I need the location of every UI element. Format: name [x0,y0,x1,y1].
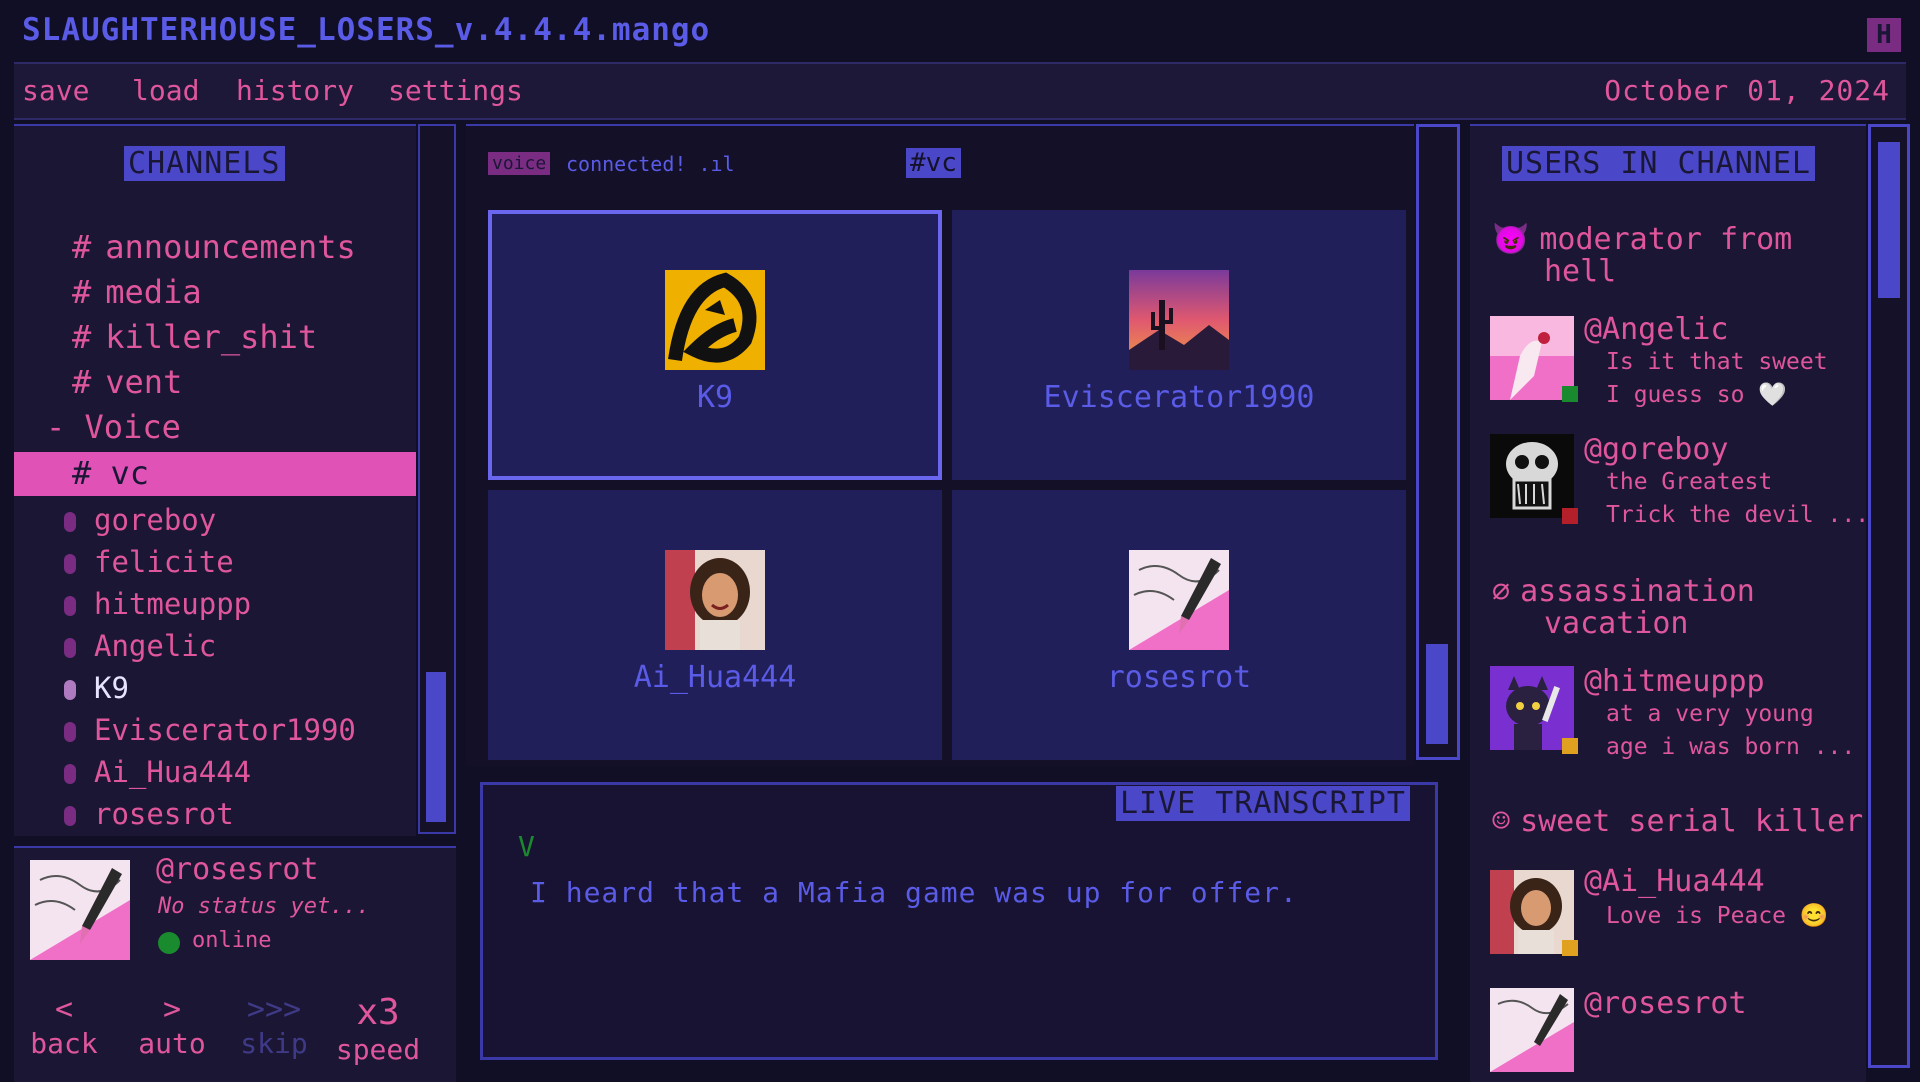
channel-label: announcements [105,228,356,266]
hash-icon: # [72,273,92,311]
menu-settings[interactable]: settings [388,74,523,107]
auto-button[interactable]: > auto [132,992,212,1060]
idle-status-icon [1562,940,1578,956]
date-display: October 01, 2024 [1604,74,1890,107]
users-header: USERS IN CHANNEL [1502,146,1815,181]
channel-killer-shit[interactable]: # killer_shit [72,318,317,356]
hash-icon: # [72,363,92,401]
menu-load[interactable]: load [132,74,199,107]
user-handle[interactable]: @goreboy [1584,432,1729,467]
channel-media[interactable]: # media [72,273,202,311]
voice-member[interactable]: Eviscerator1990 [64,713,356,747]
participant-tile-ai-hua[interactable]: Ai_Hua444 [488,490,942,760]
voice-member-speaking[interactable]: K9 [64,671,129,705]
channel-label: media [105,273,202,311]
transcript-header: LIVE TRANSCRIPT [1116,786,1410,821]
participant-tile-eviscerator[interactable]: Eviscerator1990 [952,210,1406,480]
hash-icon: # [72,318,92,356]
user-handle[interactable]: @Ai_Hua444 [1584,864,1765,899]
connection-status: connected! .ıl [566,152,735,176]
rosesrot-avatar[interactable] [1490,988,1574,1072]
app-title: SLAUGHTERHOUSE_LOSERS_v.4.4.4.mango [22,12,711,48]
participant-tile-k9[interactable]: K9 [488,210,942,480]
speaker-name: V [518,830,535,863]
chevron-right-icon: > [162,992,182,1027]
channels-scroll-thumb[interactable] [426,672,446,822]
online-status-icon [158,932,180,954]
user-message: Is it that sweet I guess so 🤍 [1606,349,1828,408]
speed-button[interactable]: x3 speed [332,992,424,1066]
voice-member[interactable]: goreboy [64,503,216,537]
users-scroll-thumb[interactable] [1878,142,1900,298]
participant-name: K9 [696,380,734,415]
k9-avatar [665,270,765,370]
mic-active-icon [64,680,76,700]
user-handle[interactable]: @hitmeuppp [1584,664,1765,699]
voice-member[interactable]: Angelic [64,629,216,663]
voice-category[interactable]: - Voice [46,408,181,446]
goreboy-avatar[interactable] [1490,434,1574,518]
profile-avatar[interactable] [30,860,130,960]
online-label: online [192,928,272,953]
idle-status-icon [1562,738,1578,754]
voice-scroll-thumb[interactable] [1426,644,1448,744]
channel-label: killer_shit [105,318,318,356]
empty-set-icon: ∅ [1492,574,1511,609]
menu-save[interactable]: save [22,74,89,107]
ai-hua-avatar [665,550,765,650]
smile-icon: ☺ [1492,804,1511,839]
fast-forward-icon: >>> [246,992,302,1027]
channel-announcements[interactable]: # announcements [72,228,356,266]
mic-icon [64,512,76,532]
participant-tile-rosesrot[interactable]: rosesrot [952,490,1406,760]
role-assassination-vacation: ∅ assassination vacation [1492,574,1755,641]
hash-icon: # [72,228,92,266]
voice-member[interactable]: felicite [64,545,234,579]
role-moderator: 😈 moderator from hell [1492,222,1793,289]
user-message: the Greatest Trick the devil ... [1606,469,1870,528]
mic-icon [64,554,76,574]
mic-icon [64,806,76,826]
chevron-left-icon: < [54,992,74,1027]
menu-history[interactable]: history [236,74,354,107]
mic-icon [64,638,76,658]
user-message: Love is Peace 😊 [1606,903,1829,929]
user-handle[interactable]: @rosesrot [1584,986,1747,1021]
close-button[interactable]: H [1867,18,1901,52]
voice-tag: voice [488,152,551,175]
back-button[interactable]: < back [24,992,104,1060]
mic-icon [64,764,76,784]
participant-name: rosesrot [1106,660,1252,695]
role-sweet-serial-killer: ☺ sweet serial killer [1492,804,1864,839]
devil-icon: 😈 [1492,222,1530,257]
desert-avatar [1129,270,1229,370]
channel-tag: #vc [906,148,961,178]
channel-label: vc [110,454,150,492]
mic-icon [64,596,76,616]
profile-handle: @rosesrot [156,852,319,887]
profile-status: No status yet... [158,894,370,919]
channel-label: vent [105,363,183,401]
voice-member[interactable]: hitmeuppp [64,587,251,621]
mic-icon [64,722,76,742]
channels-header: CHANNELS [124,146,285,181]
skip-button[interactable]: >>> skip [234,992,314,1060]
online-status-icon [1562,386,1578,402]
channel-vc-active[interactable]: # vc [14,452,416,496]
user-message: at a very young age i was born ... [1606,701,1856,760]
participant-name: Ai_Hua444 [633,660,797,695]
participant-name: Eviscerator1990 [1043,380,1315,415]
user-handle[interactable]: @Angelic [1584,312,1729,347]
dnd-status-icon [1562,508,1578,524]
voice-member[interactable]: rosesrot [64,797,234,831]
transcript-text: I heard that a Mafia game was up for off… [530,876,1298,909]
hash-icon: # [72,454,92,492]
voice-member[interactable]: Ai_Hua444 [64,755,251,789]
channel-vent[interactable]: # vent [72,363,182,401]
transcript-panel [480,782,1438,1060]
rosesrot-avatar [1129,550,1229,650]
